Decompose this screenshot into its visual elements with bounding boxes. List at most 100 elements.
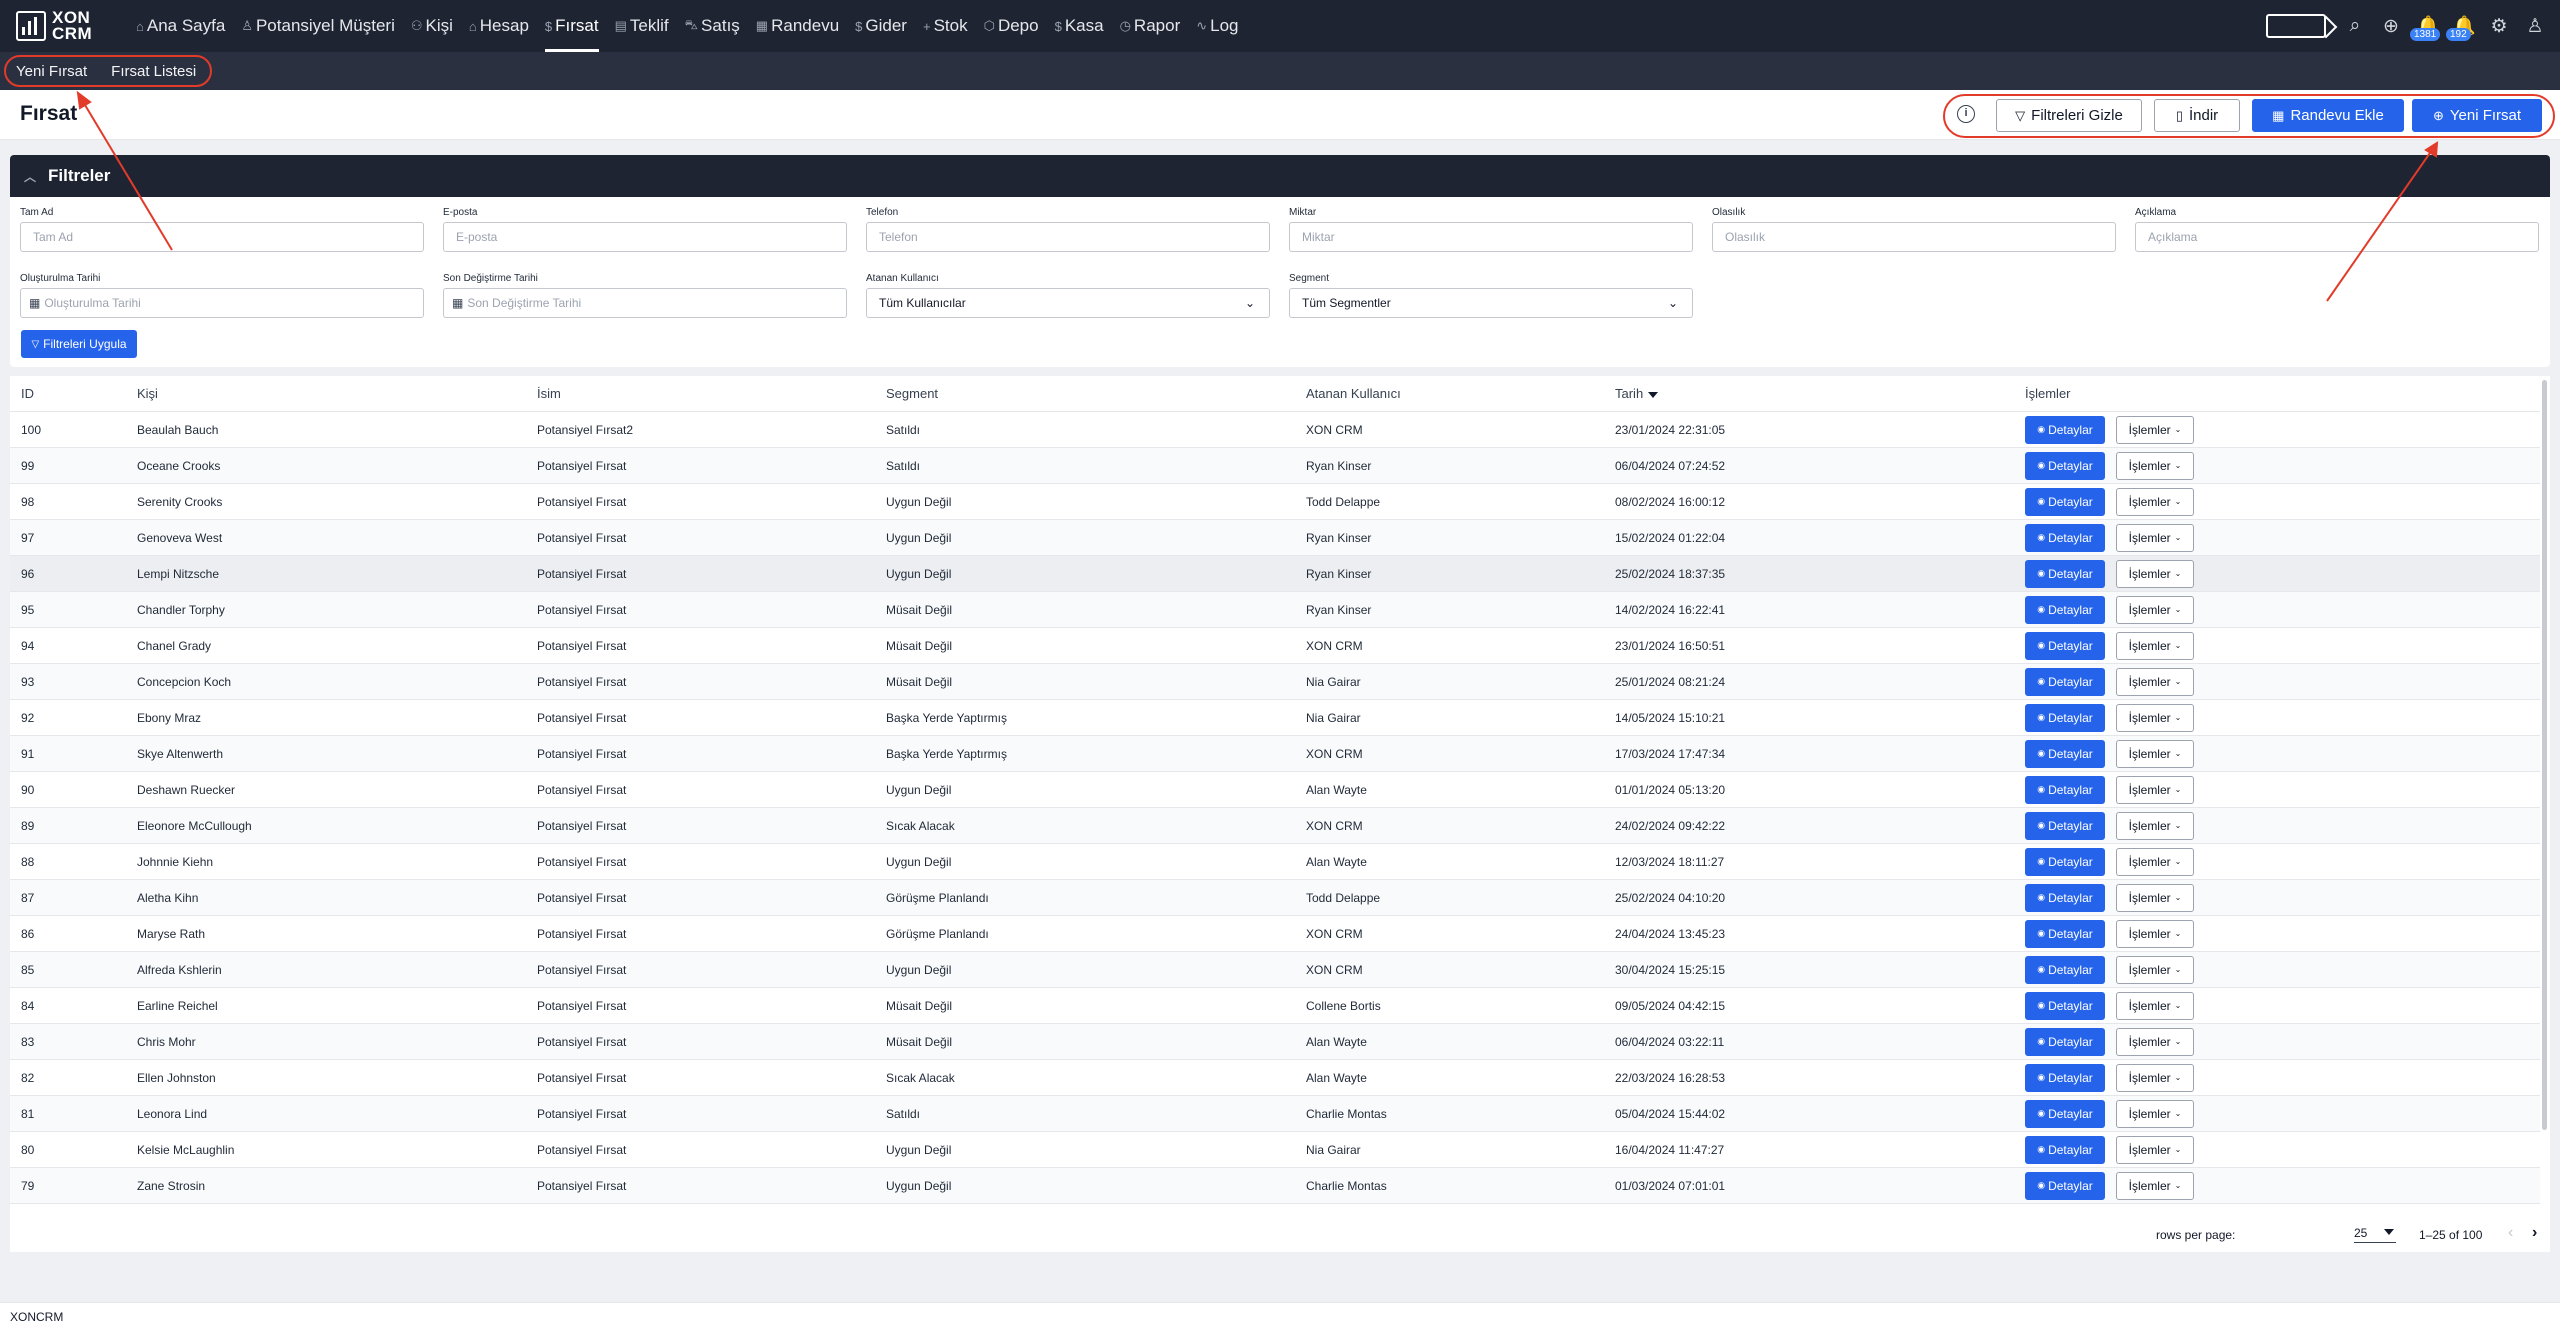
filter-input[interactable]: Miktar (1289, 222, 1693, 252)
info-icon[interactable]: i (1957, 105, 1975, 123)
col-header-name[interactable]: İsim (537, 386, 561, 401)
actions-dropdown-button[interactable]: İşlemler ⌄ (2116, 991, 2194, 1020)
actions-dropdown-button[interactable]: İşlemler ⌄ (2116, 595, 2194, 624)
actions-dropdown-button[interactable]: İşlemler ⌄ (2116, 1135, 2194, 1164)
actions-dropdown-button[interactable]: İşlemler ⌄ (2116, 487, 2194, 516)
actions-dropdown-button[interactable]: İşlemler ⌄ (2116, 847, 2194, 876)
subnav-opportunity-list[interactable]: Fırsat Listesi (111, 63, 196, 80)
details-button[interactable]: ◉ Detaylar (2025, 811, 2105, 840)
details-button[interactable]: ◉ Detaylar (2025, 955, 2105, 984)
actions-dropdown-button[interactable]: İşlemler ⌄ (2116, 811, 2194, 840)
nav-item-1[interactable]: ♙ Potansiyel Müşteri (235, 0, 405, 52)
hide-filters-button[interactable]: ▽ Filtreleri Gizle (1996, 99, 2142, 132)
nav-item-5[interactable]: ▤ Teklif (609, 0, 679, 52)
alert-bell-icon[interactable]: 🔔 192 (2446, 14, 2476, 41)
details-button[interactable]: ◉ Detaylar (2025, 775, 2105, 804)
actions-dropdown-button[interactable]: İşlemler ⌄ (2116, 631, 2194, 660)
details-button[interactable]: ◉ Detaylar (2025, 559, 2105, 588)
col-header-person[interactable]: Kişi (137, 386, 158, 401)
nav-item-2[interactable]: ⚇ Kişi (405, 0, 463, 52)
details-button[interactable]: ◉ Detaylar (2025, 415, 2105, 444)
nav-item-4[interactable]: $ Fırsat (539, 0, 609, 52)
table-row[interactable]: 83 Chris Mohr Potansiyel Fırsat Müsait Deği… (10, 1024, 2540, 1060)
col-header-segment[interactable]: Segment (886, 386, 938, 401)
table-row[interactable]: 80 Kelsie McLaughlin Potansiyel Fırsat Uygu… (10, 1132, 2540, 1168)
table-row[interactable]: 82 Ellen Johnston Potansiyel Fırsat Sıcak A… (10, 1060, 2540, 1096)
apply-filters-button[interactable]: ▽ Filtreleri Uygula (21, 330, 137, 358)
details-button[interactable]: ◉ Detaylar (2025, 1027, 2105, 1056)
table-row[interactable]: 84 Earline Reichel Potansiyel Fırsat Müsait… (10, 988, 2540, 1024)
table-row[interactable]: 81 Leonora Lind Potansiyel Fırsat Satıldı Ch… (10, 1096, 2540, 1132)
actions-dropdown-button[interactable]: İşlemler ⌄ (2116, 883, 2194, 912)
actions-dropdown-button[interactable]: İşlemler ⌄ (2116, 415, 2194, 444)
details-button[interactable]: ◉ Detaylar (2025, 667, 2105, 696)
table-scrollbar[interactable] (2542, 380, 2547, 1130)
table-row[interactable]: 88 Johnnie Kiehn Potansiyel Fırsat Uygun De… (10, 844, 2540, 880)
table-row[interactable]: 87 Aletha Kihn Potansiyel Fırsat Görüşme Pl… (10, 880, 2540, 916)
details-button[interactable]: ◉ Detaylar (2025, 451, 2105, 480)
details-button[interactable]: ◉ Detaylar (2025, 631, 2105, 660)
filter-input[interactable]: Açıklama (2135, 222, 2539, 252)
actions-dropdown-button[interactable]: İşlemler ⌄ (2116, 523, 2194, 552)
actions-dropdown-button[interactable]: İşlemler ⌄ (2116, 739, 2194, 768)
app-logo[interactable]: XON CRM (16, 8, 108, 44)
new-opportunity-button[interactable]: ⊕ Yeni Fırsat (2412, 99, 2542, 132)
filter-input[interactable]: E-posta (443, 222, 847, 252)
actions-dropdown-button[interactable]: İşlemler ⌄ (2116, 559, 2194, 588)
table-row[interactable]: 100 Beaulah Bauch Potansiyel Fırsat2 Satıld… (10, 412, 2540, 448)
table-row[interactable]: 89 Eleonore McCullough Potansiyel Fırsat Sı… (10, 808, 2540, 844)
nav-item-8[interactable]: $ Gider (849, 0, 917, 52)
filter-input[interactable]: Telefon (866, 222, 1270, 252)
nav-item-10[interactable]: ⬡ Depo (978, 0, 1049, 52)
table-row[interactable]: 92 Ebony Mraz Potansiyel Fırsat Başka Yerde… (10, 700, 2540, 736)
actions-dropdown-button[interactable]: İşlemler ⌄ (2116, 1063, 2194, 1092)
tag-input-box[interactable] (2266, 14, 2326, 38)
details-button[interactable]: ◉ Detaylar (2025, 1063, 2105, 1092)
details-button[interactable]: ◉ Detaylar (2025, 919, 2105, 948)
details-button[interactable]: ◉ Detaylar (2025, 883, 2105, 912)
actions-dropdown-button[interactable]: İşlemler ⌄ (2116, 919, 2194, 948)
table-row[interactable]: 99 Oceane Crooks Potansiyel Fırsat Satıldı R… (10, 448, 2540, 484)
created-date-input[interactable]: ▦ Oluşturulma Tarihi (20, 288, 424, 318)
nav-item-12[interactable]: ◷ Rapor (1114, 0, 1191, 52)
filters-header[interactable]: ︿ Filtreler (10, 155, 2550, 197)
assigned-user-select[interactable]: Tüm Kullanıcılar ⌄ (866, 288, 1270, 318)
table-row[interactable]: 94 Chanel Grady Potansiyel Fırsat Müsait De… (10, 628, 2540, 664)
actions-dropdown-button[interactable]: İşlemler ⌄ (2116, 1171, 2194, 1200)
table-row[interactable]: 90 Deshawn Ruecker Potansiyel Fırsat Uygun … (10, 772, 2540, 808)
table-row[interactable]: 79 Zane Strosin Potansiyel Fırsat Uygun Değ… (10, 1168, 2540, 1204)
col-header-id[interactable]: ID (21, 386, 34, 401)
details-button[interactable]: ◉ Detaylar (2025, 523, 2105, 552)
settings-gear-icon[interactable]: ⚙ (2488, 15, 2510, 38)
download-button[interactable]: ▯ İndir (2154, 99, 2240, 132)
add-circle-icon[interactable]: ⊕ (2380, 15, 2402, 38)
details-button[interactable]: ◉ Detaylar (2025, 1099, 2105, 1128)
profile-user-icon[interactable]: ♙ (2524, 15, 2546, 38)
table-row[interactable]: 95 Chandler Torphy Potansiyel Fırsat Müsait… (10, 592, 2540, 628)
nav-item-6[interactable]: ⛍ Satış (679, 0, 750, 52)
table-row[interactable]: 97 Genoveva West Potansiyel Fırsat Uygun De… (10, 520, 2540, 556)
table-row[interactable]: 85 Alfreda Kshlerin Potansiyel Fırsat Uygun… (10, 952, 2540, 988)
nav-item-0[interactable]: ⌂ Ana Sayfa (130, 0, 235, 52)
modified-date-input[interactable]: ▦ Son Değiştirme Tarihi (443, 288, 847, 318)
nav-item-7[interactable]: ▦ Randevu (750, 0, 849, 52)
nav-item-3[interactable]: ⌂ Hesap (463, 0, 539, 52)
filter-input[interactable]: Tam Ad (20, 222, 424, 252)
filter-input[interactable]: Olasılık (1712, 222, 2116, 252)
details-button[interactable]: ◉ Detaylar (2025, 1171, 2105, 1200)
previous-page-icon[interactable]: ‹ (2508, 1224, 2513, 1242)
table-row[interactable]: 96 Lempi Nitzsche Potansiyel Fırsat Uygun D… (10, 556, 2540, 592)
rows-per-page-select[interactable]: 25 (2354, 1226, 2396, 1243)
table-row[interactable]: 98 Serenity Crooks Potansiyel Fırsat Uygun … (10, 484, 2540, 520)
add-appointment-button[interactable]: ▦ Randevu Ekle (2252, 99, 2404, 132)
next-page-icon[interactable]: › (2532, 1224, 2537, 1242)
subnav-new-opportunity[interactable]: Yeni Fırsat (16, 63, 87, 80)
nav-item-13[interactable]: ∿ Log (1190, 0, 1248, 52)
search-icon[interactable]: ⌕ (2344, 15, 2366, 37)
actions-dropdown-button[interactable]: İşlemler ⌄ (2116, 955, 2194, 984)
nav-item-9[interactable]: + Stok (917, 0, 978, 52)
table-row[interactable]: 91 Skye Altenwerth Potansiyel Fırsat Başka … (10, 736, 2540, 772)
table-row[interactable]: 86 Maryse Rath Potansiyel Fırsat Görüşme Pl… (10, 916, 2540, 952)
details-button[interactable]: ◉ Detaylar (2025, 991, 2105, 1020)
actions-dropdown-button[interactable]: İşlemler ⌄ (2116, 451, 2194, 480)
